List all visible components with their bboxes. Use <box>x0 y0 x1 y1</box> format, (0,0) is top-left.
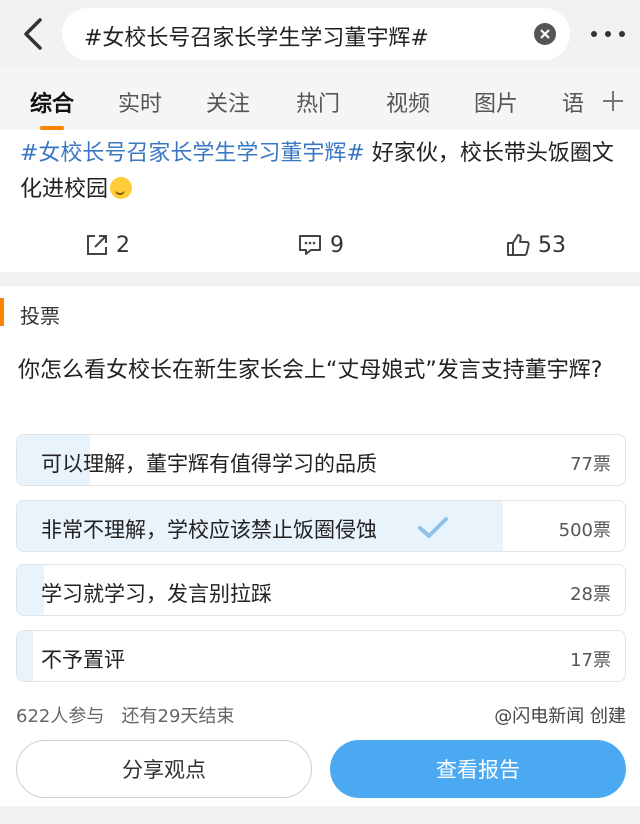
plus-icon[interactable] <box>600 88 626 114</box>
search-tabs: 综合 实时 关注 热门 视频 图片 语 <box>0 68 640 130</box>
vote-creator[interactable]: @闪电新闻 创建 <box>494 702 626 728</box>
share-opinion-button[interactable]: 分享观点 <box>16 740 312 798</box>
participants-count: 622人参与 <box>16 706 105 727</box>
top-bar: #女校长号召家长学生学习董宇辉# <box>0 0 640 68</box>
comment-count: 9 <box>330 232 344 258</box>
search-query: #女校长号召家长学生学习董宇辉# <box>84 26 429 51</box>
repost-icon <box>87 235 107 255</box>
option-text: 可以理解，董宇辉有值得学习的品质 <box>41 452 377 476</box>
comment-icon <box>299 235 321 255</box>
tab-following[interactable]: 关注 <box>206 86 250 118</box>
tab-realtime[interactable]: 实时 <box>118 86 162 118</box>
vote-label: 投票 <box>20 304 60 328</box>
vote-question: 你怎么看女校长在新生家长会上“丈母娘式”发言支持董宇辉? <box>18 358 603 383</box>
like-icon <box>507 234 530 256</box>
comment-button[interactable]: 9 <box>298 228 344 262</box>
tab-comprehensive[interactable]: 综合 <box>30 86 74 118</box>
view-report-button[interactable]: 查看报告 <box>330 740 626 798</box>
vote-stats: 622人参与 还有29天结束 <box>16 702 234 728</box>
clear-icon[interactable] <box>534 23 556 45</box>
option-fill <box>17 631 34 681</box>
section-divider <box>0 272 640 286</box>
like-count: 53 <box>538 232 566 258</box>
option-count: 28票 <box>570 584 611 605</box>
option-text: 不予置评 <box>41 648 125 672</box>
vote-label-accent <box>0 298 4 326</box>
time-remaining: 还有29天结束 <box>121 706 235 727</box>
back-arrow-icon[interactable] <box>18 16 52 52</box>
option-text: 学习就学习，发言别拉踩 <box>41 582 272 606</box>
tab-images[interactable]: 图片 <box>474 86 518 118</box>
post-card: #女校长号召家长学生学习董宇辉# 好家伙，校长带头饭圈文化进校园 2 9 53 <box>0 130 640 272</box>
vote-card: 投票 你怎么看女校长在新生家长会上“丈母娘式”发言支持董宇辉? 可以理解，董宇辉… <box>0 286 640 824</box>
bottom-divider <box>0 806 640 824</box>
check-icon <box>418 517 448 538</box>
option-count: 500票 <box>558 520 611 541</box>
like-button[interactable]: 53 <box>506 228 566 262</box>
thinking-face-icon <box>110 177 133 199</box>
vote-option-selected[interactable]: 非常不理解，学校应该禁止饭圈侵蚀 500票 <box>16 500 626 552</box>
vote-option[interactable]: 学习就学习，发言别拉踩 28票 <box>16 564 626 616</box>
post-actions: 2 9 53 <box>0 228 640 262</box>
tab-hot[interactable]: 热门 <box>296 86 340 118</box>
search-input[interactable]: #女校长号召家长学生学习董宇辉# <box>62 8 570 60</box>
repost-button[interactable]: 2 <box>86 228 130 262</box>
hashtag-link[interactable]: #女校长号召家长学生学习董宇辉# <box>20 141 365 166</box>
option-count: 77票 <box>570 454 611 475</box>
repost-count: 2 <box>116 232 130 258</box>
option-text: 非常不理解，学校应该禁止饭圈侵蚀 <box>41 518 377 542</box>
option-count: 17票 <box>570 650 611 671</box>
vote-option[interactable]: 可以理解，董宇辉有值得学习的品质 77票 <box>16 434 626 486</box>
more-icon[interactable] <box>588 24 628 44</box>
tab-video[interactable]: 视频 <box>386 86 430 118</box>
post-text: #女校长号召家长学生学习董宇辉# 好家伙，校长带头饭圈文化进校园 <box>20 136 624 208</box>
tab-more[interactable]: 语 <box>562 86 584 118</box>
vote-option[interactable]: 不予置评 17票 <box>16 630 626 682</box>
